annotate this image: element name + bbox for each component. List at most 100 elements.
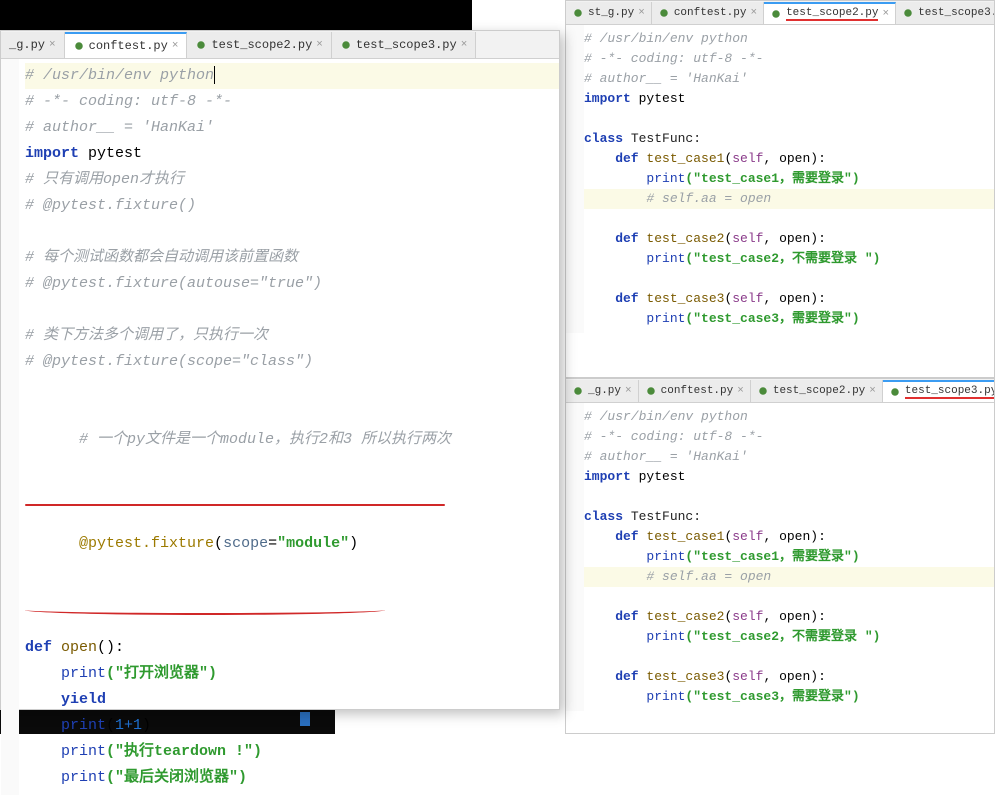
close-icon[interactable]: × bbox=[172, 40, 179, 52]
print: print bbox=[25, 717, 106, 734]
tab-test-scope2[interactable]: test_scope2.py × bbox=[187, 32, 331, 58]
tab-conftest[interactable]: conftest.py× bbox=[652, 2, 764, 24]
comment: # -*- coding: utf-8 -*- bbox=[25, 93, 232, 110]
tab-label: test_scope3.py bbox=[356, 38, 457, 52]
close-icon[interactable]: × bbox=[869, 385, 876, 397]
fn: test_case2 bbox=[646, 231, 724, 246]
python-file-icon bbox=[889, 386, 901, 398]
comment: # author__ = 'HanKai' bbox=[25, 119, 214, 136]
python-file-icon bbox=[340, 39, 352, 51]
comment: # @pytest.fixture(scope="class") bbox=[25, 353, 313, 370]
fn: test_case3 bbox=[646, 291, 724, 306]
str: ("test_case1，需要登录") bbox=[685, 171, 859, 186]
python-file-icon bbox=[73, 40, 85, 52]
close-icon[interactable]: × bbox=[49, 39, 56, 51]
tabs-tr: st_g.py × conftest.py× test_scope2.py× te… bbox=[566, 1, 994, 25]
str: ("打开浏览器") bbox=[106, 665, 217, 682]
tab-test-scope2[interactable]: test_scope2.py × bbox=[751, 380, 883, 402]
print: print bbox=[584, 171, 685, 186]
close-icon[interactable]: × bbox=[882, 8, 889, 20]
str: ("执行teardown !") bbox=[106, 743, 262, 760]
sig: (self, open): bbox=[724, 231, 825, 246]
kw: def bbox=[584, 291, 646, 306]
print: print bbox=[584, 689, 685, 704]
editor-tr[interactable]: # /usr/bin/env python # -*- coding: utf-… bbox=[566, 25, 994, 333]
sig: (): bbox=[97, 639, 124, 656]
comment: # @pytest.fixture(autouse="true") bbox=[25, 275, 322, 292]
close-icon[interactable]: × bbox=[461, 39, 468, 51]
str: ("最后关闭浏览器") bbox=[106, 769, 247, 786]
comment: # -*- coding: utf-8 -*- bbox=[584, 429, 763, 444]
tab-label: conftest.py bbox=[89, 39, 168, 53]
tab-label: st_g.py bbox=[588, 7, 634, 19]
decorator: @pytest.fixture bbox=[79, 535, 214, 552]
kw: def bbox=[584, 529, 646, 544]
tab-label: test_scope3.py bbox=[905, 385, 994, 399]
str: "module" bbox=[277, 535, 349, 552]
fn: test_case1 bbox=[646, 529, 724, 544]
sig: (self, open): bbox=[724, 609, 825, 624]
tab-conftest[interactable]: conftest.py× bbox=[639, 380, 751, 402]
window-titlebar-black bbox=[0, 0, 472, 30]
kw: import bbox=[584, 91, 631, 106]
editor-left[interactable]: # /usr/bin/env python # -*- coding: utf-… bbox=[1, 59, 559, 795]
fn: test_case2 bbox=[646, 609, 724, 624]
sig: (self, open): bbox=[724, 151, 825, 166]
editor-pane-bottom-right: _g.py× conftest.py× test_scope2.py × test… bbox=[565, 378, 995, 734]
kw: import bbox=[584, 469, 631, 484]
tab-label: test_scope2.py bbox=[773, 385, 865, 397]
tabs-br: _g.py× conftest.py× test_scope2.py × test… bbox=[566, 379, 994, 403]
str: ("test_case1，需要登录") bbox=[685, 549, 859, 564]
close-icon[interactable]: × bbox=[638, 7, 645, 19]
close-icon[interactable]: × bbox=[625, 385, 632, 397]
tab-st-g[interactable]: st_g.py × bbox=[566, 2, 652, 24]
python-file-icon bbox=[902, 7, 914, 19]
tab-test-scope2[interactable]: test_scope2.py× bbox=[764, 2, 896, 24]
kw: def bbox=[25, 639, 61, 656]
sig: (self, open): bbox=[724, 669, 825, 684]
paren: ) bbox=[349, 535, 358, 552]
kw: def bbox=[584, 669, 646, 684]
close-icon[interactable]: × bbox=[316, 39, 323, 51]
comment: # @pytest.fixture() bbox=[25, 197, 196, 214]
tab-conftest[interactable]: conftest.py × bbox=[65, 32, 188, 58]
gutter bbox=[566, 403, 584, 711]
python-file-icon bbox=[195, 39, 207, 51]
python-file-icon bbox=[572, 385, 584, 397]
tab-label: test_scope3.py bbox=[918, 7, 994, 19]
tabs-left: _g.py × conftest.py × test_scope2.py × test… bbox=[1, 31, 559, 59]
tab-test-scope3[interactable]: test_scope3.py × bbox=[332, 32, 476, 58]
tab-test-scope3[interactable]: test_scope3.py× bbox=[896, 2, 994, 24]
comment: # -*- coding: utf-8 -*- bbox=[584, 51, 763, 66]
str: ("test_case2，不需要登录 ") bbox=[685, 629, 880, 644]
editor-pane-left: _g.py × conftest.py × test_scope2.py × test… bbox=[0, 30, 560, 710]
kw: def bbox=[584, 151, 646, 166]
comment: # self.aa = open bbox=[584, 569, 771, 584]
paren: ) bbox=[142, 717, 151, 734]
kw: import bbox=[25, 145, 79, 162]
tab-g[interactable]: _g.py× bbox=[566, 380, 639, 402]
print: print bbox=[25, 769, 106, 786]
tab-label: _g.py bbox=[9, 38, 45, 52]
fn: test_case3 bbox=[646, 669, 724, 684]
python-file-icon bbox=[645, 385, 657, 397]
close-icon[interactable]: × bbox=[737, 385, 744, 397]
tab-label: test_scope2.py bbox=[211, 38, 312, 52]
kw: class bbox=[584, 509, 631, 524]
editor-br[interactable]: # /usr/bin/env python # -*- coding: utf-… bbox=[566, 403, 994, 711]
fn: test_case1 bbox=[646, 151, 724, 166]
tab-g[interactable]: _g.py × bbox=[1, 32, 65, 58]
str: ("test_case3，需要登录") bbox=[685, 689, 859, 704]
comment: # author__ = 'HanKai' bbox=[584, 449, 748, 464]
kw: yield bbox=[25, 691, 106, 708]
mod: pytest bbox=[79, 145, 142, 162]
comment: # 每个测试函数都会自动调用该前置函数 bbox=[25, 249, 298, 266]
print: print bbox=[584, 251, 685, 266]
fn: open bbox=[61, 639, 97, 656]
tab-test-scope3[interactable]: test_scope3.py× bbox=[883, 380, 994, 402]
str: ("test_case3，需要登录") bbox=[685, 311, 859, 326]
comment: # 只有调用open才执行 bbox=[25, 171, 184, 188]
python-file-icon bbox=[770, 8, 782, 20]
print: print bbox=[584, 549, 685, 564]
close-icon[interactable]: × bbox=[750, 7, 757, 19]
